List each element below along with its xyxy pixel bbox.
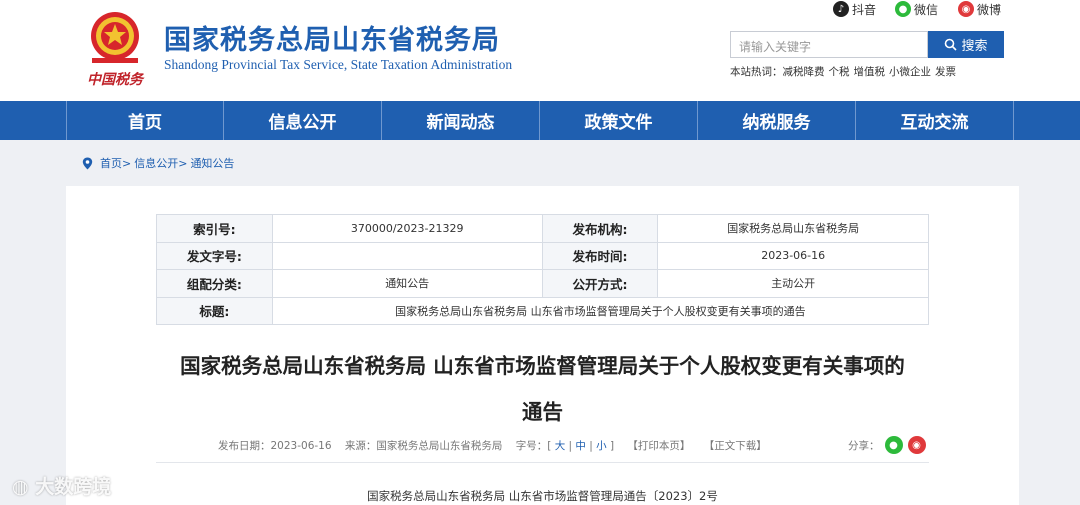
tax-emblem-logo[interactable]: 中国税务 bbox=[82, 6, 148, 90]
douyin-label: 抖音 bbox=[852, 2, 877, 17]
title-label: 标题: bbox=[156, 296, 273, 325]
hot-words-label: 本站热词： bbox=[730, 66, 783, 78]
font-size-label: 字号： bbox=[515, 440, 548, 452]
wechat-icon: ● bbox=[895, 1, 911, 17]
open-label: 公开方式: bbox=[541, 269, 659, 298]
breadcrumb-home[interactable]: 首页> bbox=[100, 155, 131, 171]
article-title-line1: 国家税务总局山东省税务局 山东省市场监督管理局关于个人股权变更有关事项的 bbox=[180, 354, 905, 378]
font-size-large[interactable]: 大 bbox=[555, 440, 566, 452]
hot-word[interactable]: 增值税 bbox=[854, 66, 886, 78]
share-wechat-icon[interactable]: ● bbox=[884, 436, 903, 454]
date-label: 发布时间: bbox=[541, 241, 659, 270]
article-info-bar: 发布日期：2023-06-16 来源：国家税务总局山东省税务局 字号：[ 大 |… bbox=[218, 440, 767, 452]
weibo-link[interactable]: ◉ 微博 bbox=[958, 0, 1001, 18]
nav-home[interactable]: 首页 bbox=[66, 101, 224, 140]
site-title[interactable]: 国家税务总局山东省税务局 bbox=[164, 18, 500, 57]
location-pin-icon bbox=[82, 157, 93, 169]
publish-date: 发布日期：2023-06-16 bbox=[218, 440, 332, 452]
breadcrumb: 首页> 信息公开> 通知公告 bbox=[82, 155, 237, 171]
article-source: 来源：国家税务总局山东省税务局 bbox=[344, 440, 503, 452]
hot-word[interactable]: 发票 bbox=[935, 66, 956, 78]
download-link[interactable]: 【正文下载】 bbox=[704, 440, 767, 452]
date-value: 2023-06-16 bbox=[657, 241, 929, 270]
hot-words: 本站热词：减税降费 个税 增值税 小微企业 发票 bbox=[730, 64, 960, 79]
print-link[interactable]: 【打印本页】 bbox=[627, 440, 690, 452]
article-title-line2: 通告 bbox=[522, 400, 563, 424]
site-subtitle: Shandong Provincial Tax Service, State T… bbox=[164, 57, 513, 72]
nav-tax-service[interactable]: 纳税服务 bbox=[698, 101, 856, 140]
breadcrumb-notice[interactable]: 通知公告 bbox=[190, 155, 234, 171]
category-label: 组配分类: bbox=[156, 269, 273, 298]
index-no-label: 索引号: bbox=[156, 214, 273, 243]
share-bar: 分享： ● ◉ bbox=[848, 436, 926, 454]
douyin-icon: ♪ bbox=[833, 1, 849, 17]
svg-text:中国税务: 中国税务 bbox=[87, 71, 145, 88]
watermark: ◍ 大数跨境 bbox=[12, 472, 111, 499]
weibo-icon: ◉ bbox=[958, 1, 974, 17]
title-value: 国家税务总局山东省税务局 山东省市场监督管理局关于个人股权变更有关事项的通告 bbox=[271, 296, 930, 325]
nav-info-disclosure[interactable]: 信息公开 bbox=[224, 101, 382, 140]
douyin-link[interactable]: ♪ 抖音 bbox=[833, 0, 876, 18]
hot-word[interactable]: 减税降费 bbox=[783, 66, 825, 78]
search-icon bbox=[945, 38, 958, 51]
watermark-text: 大数跨境 bbox=[35, 476, 112, 498]
search-input[interactable]: 请输入关键字 bbox=[730, 31, 928, 58]
watermark-logo-icon: ◍ bbox=[12, 476, 29, 498]
breadcrumb-info[interactable]: 信息公开> bbox=[134, 155, 187, 171]
weibo-label: 微博 bbox=[977, 2, 1002, 17]
search-button[interactable]: 搜索 bbox=[928, 31, 1004, 58]
doc-no-value bbox=[271, 241, 543, 270]
nav-interaction[interactable]: 互动交流 bbox=[856, 101, 1014, 140]
index-no-value: 370000/2023-21329 bbox=[271, 214, 543, 243]
document-number: 国家税务总局山东省税务局 山东省市场监督管理局通告〔2023〕2号 bbox=[367, 489, 718, 503]
hot-word[interactable]: 个税 bbox=[829, 66, 850, 78]
org-value: 国家税务总局山东省税务局 bbox=[657, 214, 929, 243]
article-title: 国家税务总局山东省税务局 山东省市场监督管理局关于个人股权变更有关事项的 通告 bbox=[150, 343, 935, 435]
open-value: 主动公开 bbox=[657, 269, 929, 298]
divider bbox=[156, 462, 929, 463]
wechat-link[interactable]: ● 微信 bbox=[895, 0, 938, 18]
font-size-medium[interactable]: 中 bbox=[575, 440, 586, 452]
hot-word[interactable]: 小微企业 bbox=[889, 66, 931, 78]
metadata-table: 索引号: 370000/2023-21329 发布机构: 国家税务总局山东省税务… bbox=[156, 214, 930, 325]
font-size-small[interactable]: 小 bbox=[596, 440, 607, 452]
share-weibo-icon[interactable]: ◉ bbox=[907, 436, 926, 454]
category-value: 通知公告 bbox=[271, 269, 543, 298]
wechat-label: 微信 bbox=[914, 2, 939, 17]
search-button-label: 搜索 bbox=[961, 39, 988, 54]
org-label: 发布机构: bbox=[541, 214, 659, 243]
site-header: 中国税务 国家税务总局山东省税务局 Shandong Provincial Ta… bbox=[0, 0, 1080, 101]
doc-no-label: 发文字号: bbox=[156, 241, 273, 270]
nav-news[interactable]: 新闻动态 bbox=[382, 101, 540, 140]
main-nav: 首页 信息公开 新闻动态 政策文件 纳税服务 互动交流 bbox=[0, 101, 1080, 140]
share-label: 分享： bbox=[848, 439, 880, 452]
nav-policy[interactable]: 政策文件 bbox=[540, 101, 698, 140]
